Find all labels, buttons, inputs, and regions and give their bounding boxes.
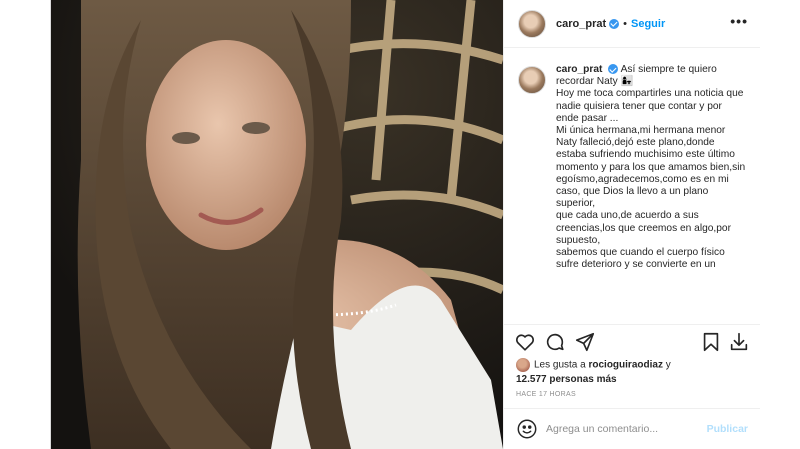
caption-text: Así siempre te quiero recordar Naty 👩‍👧 … [556, 64, 746, 271]
download-icon[interactable] [728, 331, 750, 353]
post-header: caro_prat • Seguir ••• [504, 0, 760, 48]
photo-illustration [51, 0, 503, 449]
first-liker-link[interactable]: rocioguiraodiaz [588, 360, 662, 371]
likes-summary: Les gusta a rocioguiraodiaz y 12.577 per… [516, 358, 752, 387]
verified-icon [609, 18, 620, 29]
likes-prefix: Les gusta a [534, 359, 589, 371]
post-dialog: caro_prat • Seguir ••• caro_prat Así sie… [50, 0, 760, 449]
heart-icon[interactable] [514, 331, 536, 353]
likes-count-link[interactable]: 12.577 personas más [516, 374, 617, 385]
bookmark-icon[interactable] [700, 331, 722, 353]
comment-form: Publicar [504, 408, 760, 449]
comment-icon[interactable] [544, 331, 566, 353]
author-avatar[interactable] [518, 9, 546, 38]
caption-avatar[interactable] [518, 66, 546, 94]
author-username[interactable]: caro_prat [556, 18, 606, 30]
share-icon[interactable] [574, 331, 596, 353]
post-timestamp[interactable]: HACE 17 HORAS [516, 391, 576, 398]
caption-verified-icon [608, 64, 619, 75]
action-bar [504, 324, 760, 358]
post-photo[interactable] [51, 0, 503, 449]
liker-avatar[interactable] [516, 358, 530, 372]
caption-body: caro_prat Así siempre te quiero recordar… [556, 64, 746, 324]
emoji-icon[interactable] [516, 418, 538, 440]
follow-button[interactable]: Seguir [631, 18, 665, 30]
more-options-icon[interactable]: ••• [730, 13, 748, 29]
separator-dot: • [623, 17, 627, 30]
likes-connector: y [662, 359, 671, 371]
publish-button[interactable]: Publicar [707, 423, 748, 435]
caption: caro_prat Así siempre te quiero recordar… [518, 64, 754, 324]
caption-fade [518, 314, 754, 324]
post-sidebar: caro_prat • Seguir ••• caro_prat Así sie… [503, 0, 760, 449]
caption-username[interactable]: caro_prat [556, 64, 602, 75]
comment-input[interactable] [546, 423, 696, 435]
